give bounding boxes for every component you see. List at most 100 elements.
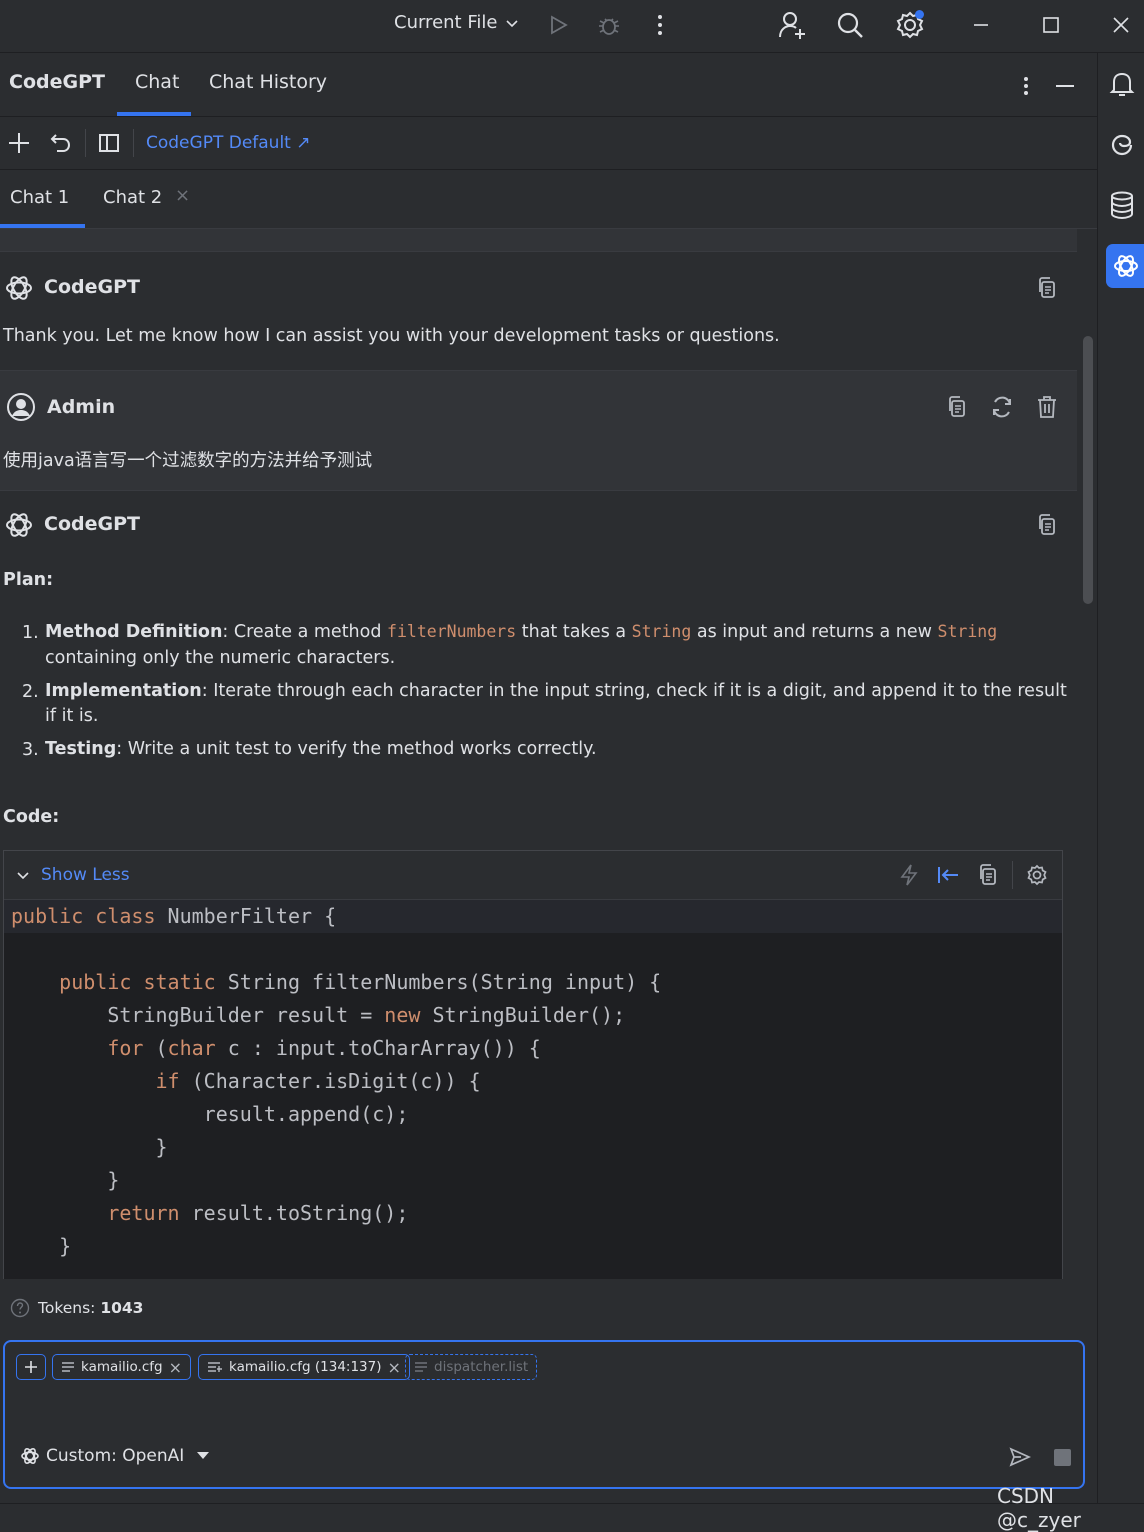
conversation-panel: CodeGPT Thank you. Let me know how I can… bbox=[0, 229, 1077, 1279]
toolbar-divider bbox=[85, 129, 86, 157]
show-less-toggle[interactable]: Show Less bbox=[41, 865, 130, 885]
selection-lines-icon bbox=[208, 1362, 222, 1372]
codegpt-tool-icon[interactable] bbox=[1106, 244, 1144, 288]
chevron-down-icon bbox=[505, 16, 519, 30]
model-selector[interactable]: Custom: OpenAI bbox=[20, 1446, 210, 1466]
assistant-message: CodeGPT Plan: 1. Method Definition: Crea… bbox=[0, 490, 1077, 1279]
message-author: CodeGPT bbox=[44, 513, 140, 535]
code-settings-icon[interactable] bbox=[1024, 862, 1050, 888]
openai-icon bbox=[21, 1448, 39, 1464]
tool-window-header: CodeGPT Chat Chat History bbox=[0, 53, 1097, 117]
options-icon[interactable] bbox=[1014, 73, 1038, 99]
file-lines-icon bbox=[62, 1362, 74, 1372]
plan-item-continued: containing only the numeric characters. bbox=[45, 648, 396, 668]
run-icon[interactable] bbox=[545, 12, 571, 38]
copy-code-icon[interactable] bbox=[975, 862, 1001, 888]
plan-item-number: 1. bbox=[22, 623, 39, 643]
insert-at-caret-icon[interactable] bbox=[935, 862, 961, 888]
delete-icon[interactable] bbox=[1034, 393, 1060, 421]
close-tab-icon[interactable]: × bbox=[175, 185, 190, 206]
split-view-icon[interactable] bbox=[96, 130, 122, 156]
minimize-icon[interactable] bbox=[968, 12, 994, 38]
conversation-scrollbar[interactable] bbox=[1083, 336, 1093, 604]
tab-chat[interactable]: Chat bbox=[135, 71, 179, 93]
settings-icon[interactable] bbox=[893, 8, 927, 42]
run-config-selector[interactable]: Current File bbox=[394, 12, 519, 33]
title-bar: Current File bbox=[0, 0, 1144, 53]
stop-icon[interactable] bbox=[1054, 1449, 1071, 1466]
undo-icon[interactable] bbox=[47, 130, 73, 156]
model-label: Custom: OpenAI bbox=[46, 1446, 185, 1466]
remove-chip-icon[interactable]: × bbox=[388, 1358, 401, 1377]
send-icon[interactable] bbox=[1007, 1444, 1033, 1470]
code-line: for (char c : input.toCharArray()) { bbox=[11, 1036, 541, 1060]
code-line: if (Character.isDigit(c)) { bbox=[11, 1069, 481, 1093]
plan-heading: Plan: bbox=[3, 570, 54, 590]
code-line: result.append(c); bbox=[11, 1102, 409, 1126]
notifications-icon[interactable] bbox=[1108, 69, 1136, 99]
help-icon[interactable] bbox=[10, 1298, 30, 1318]
chat-tab-1[interactable]: Chat 1 bbox=[10, 187, 69, 208]
toolbar-divider bbox=[133, 129, 134, 157]
copy-icon[interactable] bbox=[1034, 511, 1060, 539]
assistant-message: CodeGPT Thank you. Let me know how I can… bbox=[0, 252, 1077, 370]
codegpt-avatar-icon bbox=[3, 272, 35, 304]
add-user-icon[interactable] bbox=[776, 9, 808, 41]
code-heading: Code: bbox=[3, 807, 60, 827]
persona-link[interactable]: CodeGPT Default ↗ bbox=[146, 133, 311, 153]
plan-item-2: Implementation: Iterate through each cha… bbox=[45, 681, 1067, 701]
message-text: Thank you. Let me know how I can assist … bbox=[3, 326, 780, 346]
codegpt-avatar-icon bbox=[3, 509, 35, 541]
ai-assistant-icon[interactable] bbox=[1108, 130, 1136, 160]
plus-icon bbox=[25, 1361, 37, 1373]
hide-icon[interactable] bbox=[1053, 73, 1077, 99]
debug-icon[interactable] bbox=[595, 11, 623, 39]
chat-tabs: Chat 1 Chat 2 × bbox=[0, 170, 1097, 229]
chat-toolbar: CodeGPT Default ↗ bbox=[0, 117, 1097, 170]
status-bar bbox=[0, 1503, 1144, 1519]
active-chat-tab-indicator bbox=[0, 224, 85, 228]
chevron-down-icon[interactable] bbox=[14, 866, 32, 884]
code-line: } bbox=[11, 1135, 168, 1159]
database-icon[interactable] bbox=[1108, 190, 1136, 220]
suggested-file-chip[interactable]: dispatcher.list bbox=[405, 1354, 538, 1380]
copy-icon[interactable] bbox=[1034, 274, 1060, 302]
context-file-chip[interactable]: kamailio.cfg × bbox=[52, 1354, 191, 1380]
code-block-header: Show Less bbox=[4, 851, 1062, 900]
plan-item-number: 2. bbox=[22, 682, 39, 702]
dropdown-arrow-icon bbox=[197, 1452, 210, 1459]
plan-item-title: Method Definition bbox=[45, 622, 223, 642]
copy-icon[interactable] bbox=[944, 393, 970, 421]
notification-dot bbox=[915, 10, 924, 19]
search-icon[interactable] bbox=[834, 9, 866, 41]
chat-input[interactable]: kamailio.cfg × kamailio.cfg (134:137) × … bbox=[3, 1340, 1085, 1489]
plan-item-continued: if it is. bbox=[45, 706, 99, 726]
code-line: public static String filterNumbers(Strin… bbox=[11, 970, 662, 994]
inline-code: String bbox=[631, 622, 692, 641]
message-author: Admin bbox=[47, 396, 116, 418]
user-message: Admin 使用java语言写一个过滤数字的方法并给予测试 bbox=[0, 370, 1077, 491]
regenerate-icon[interactable] bbox=[988, 393, 1016, 421]
right-tool-strip bbox=[1097, 53, 1144, 1518]
plan-item-3: Testing: Write a unit test to verify the… bbox=[45, 739, 597, 759]
context-selection-chip[interactable]: kamailio.cfg (134:137) × bbox=[198, 1354, 410, 1380]
run-config-label: Current File bbox=[394, 12, 498, 33]
chat-tab-2[interactable]: Chat 2 bbox=[103, 187, 162, 208]
token-count: Tokens: 1043 bbox=[10, 1298, 143, 1318]
active-tab-indicator bbox=[117, 112, 191, 116]
code-line: } bbox=[11, 1234, 72, 1258]
add-context-button[interactable] bbox=[16, 1354, 46, 1380]
apply-icon[interactable] bbox=[897, 862, 921, 888]
more-icon[interactable] bbox=[648, 11, 672, 39]
divider bbox=[1012, 861, 1013, 889]
plan-item-title: Implementation bbox=[45, 681, 202, 701]
maximize-icon[interactable] bbox=[1038, 12, 1064, 38]
new-chat-icon[interactable] bbox=[6, 130, 32, 156]
plan-item-1: Method Definition: Create a method filte… bbox=[45, 622, 998, 642]
close-icon[interactable] bbox=[1108, 12, 1134, 38]
plan-item-title: Testing bbox=[45, 739, 117, 759]
inline-code: String bbox=[937, 622, 998, 641]
code-line: return result.toString(); bbox=[11, 1201, 409, 1225]
remove-chip-icon[interactable]: × bbox=[169, 1358, 182, 1377]
tab-chat-history[interactable]: Chat History bbox=[209, 71, 327, 93]
